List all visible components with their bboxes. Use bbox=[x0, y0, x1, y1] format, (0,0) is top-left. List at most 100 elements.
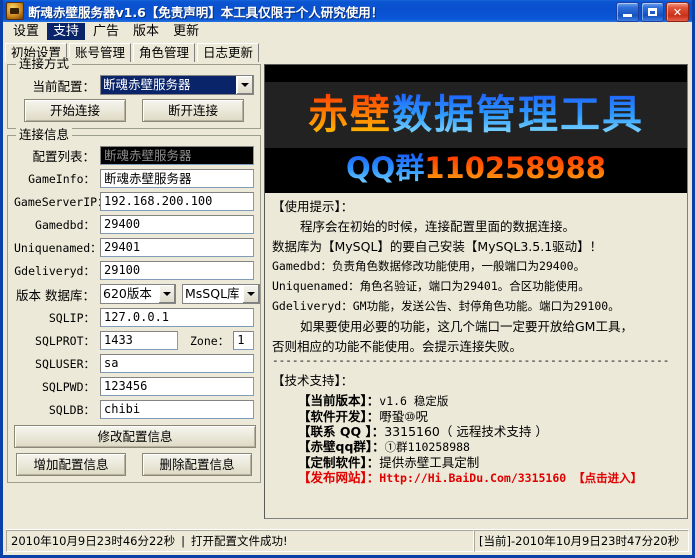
version-database-row: 版本 数据库： 620版本 MsSQL库 bbox=[14, 284, 254, 304]
tab-strip: 初始设置 账号管理 角色管理 日志更新 bbox=[3, 42, 692, 62]
connection-method-group: 连接方式 当前配置： 断魂赤壁服务器 开始连接 断开连接 bbox=[7, 64, 261, 129]
gameserverip-label: GameServerIP： bbox=[14, 194, 100, 210]
tab-role-management[interactable]: 角色管理 bbox=[133, 43, 195, 62]
connection-method-caption: 连接方式 bbox=[16, 57, 72, 71]
close-button[interactable]: ✕ bbox=[666, 2, 689, 22]
tips-line-6: 如果要使用必要的功能，这几个端口一定要开放给GM工具， bbox=[272, 318, 681, 335]
status-time: 2010年10月9日23时46分22秒 bbox=[11, 533, 175, 549]
gamedbd-label: Gamedbd： bbox=[14, 217, 100, 233]
info-box: 赤壁数据管理工具 QQ群110258988 【使用提示】： 程序会在初始的时候，… bbox=[264, 64, 688, 519]
chevron-down-icon[interactable] bbox=[242, 285, 259, 303]
sqlip-row: SQLIP： 127.0.0.1 bbox=[14, 308, 254, 327]
connection-info-group: 连接信息 配置列表： 断魂赤壁服务器 GameInfo： 断魂赤壁服务器 Gam… bbox=[7, 135, 261, 483]
support-header: 【技术支持】： bbox=[272, 372, 681, 389]
tips-line-2: 数据库为【MySQL】的要自己安装【MySQL3.5.1驱动】！ bbox=[272, 238, 681, 255]
support-key-custom: 【定制软件】： bbox=[298, 455, 379, 470]
zone-input[interactable]: 1 bbox=[233, 331, 254, 350]
sqlpwd-row: SQLPWD： 123456 bbox=[14, 377, 254, 396]
config-list-label: 配置列表： bbox=[14, 146, 100, 165]
tips-header: 【使用提示】： bbox=[272, 198, 681, 215]
gameinfo-label: GameInfo： bbox=[14, 171, 100, 187]
gameinfo-input[interactable]: 断魂赤壁服务器 bbox=[100, 169, 254, 188]
sqlprot-zone-row: SQLPROT： 1433 Zone： 1 bbox=[14, 331, 254, 350]
menu-item-settings[interactable]: 设置 bbox=[7, 23, 45, 40]
sqlpwd-label: SQLPWD： bbox=[14, 379, 100, 395]
support-value-website[interactable]: Http://Hi.BaiDu.Com/3315160 【点击进入】 bbox=[379, 471, 642, 485]
menu-item-update[interactable]: 更新 bbox=[167, 23, 205, 40]
menu-item-version[interactable]: 版本 bbox=[127, 23, 165, 40]
banner-qq: QQ群110258988 bbox=[265, 149, 687, 187]
promo-banner: 赤壁数据管理工具 QQ群110258988 bbox=[265, 65, 687, 193]
uniquenamed-input[interactable]: 29401 bbox=[100, 238, 254, 257]
tips-line-1: 程序会在初始的时候，连接配置里面的数据连接。 bbox=[272, 218, 681, 235]
config-list-box[interactable]: 断魂赤壁服务器 bbox=[100, 146, 254, 165]
support-key-version: 【当前版本】： bbox=[298, 393, 379, 408]
support-key-website: 【发布网站】： bbox=[298, 470, 379, 485]
sqldb-label: SQLDB： bbox=[14, 402, 100, 418]
config-action-buttons: 增加配置信息 删除配置信息 bbox=[14, 453, 254, 476]
right-panel: 赤壁数据管理工具 QQ群110258988 【使用提示】： 程序会在初始的时候，… bbox=[261, 64, 692, 533]
connection-buttons: 开始连接 断开连接 bbox=[14, 99, 254, 122]
support-row-qq-group: 【赤壁qq群】：①群110258988 bbox=[272, 439, 681, 455]
tab-log-update[interactable]: 日志更新 bbox=[197, 43, 259, 62]
modify-config-button[interactable]: 修改配置信息 bbox=[14, 425, 256, 448]
minimize-button[interactable] bbox=[616, 2, 639, 22]
current-config-combo[interactable]: 断魂赤壁服务器 bbox=[100, 75, 254, 95]
support-row-custom: 【定制软件】：提供赤壁工具定制 bbox=[272, 455, 681, 470]
version-combo[interactable]: 620版本 bbox=[100, 284, 176, 304]
support-key-qq: 【联系 QQ 】： bbox=[298, 424, 384, 439]
notes-text: 【使用提示】： 程序会在初始的时候，连接配置里面的数据连接。 数据库为【MySQ… bbox=[265, 193, 687, 486]
tips-line-7: 否则相应的功能不能使用。会提示连接失败。 bbox=[272, 338, 681, 355]
tab-account-management[interactable]: 账号管理 bbox=[69, 43, 131, 62]
gdeliveryd-label: Gdeliveryd： bbox=[14, 263, 100, 279]
zone-label: Zone： bbox=[178, 333, 233, 349]
sqldb-row: SQLDB： chibi bbox=[14, 400, 254, 419]
gamedbd-row: Gamedbd： 29400 bbox=[14, 215, 254, 234]
support-row-website[interactable]: 【发布网站】：Http://Hi.BaiDu.Com/3315160 【点击进入… bbox=[272, 470, 681, 486]
menu-item-support[interactable]: 支持 bbox=[47, 23, 85, 40]
menu-item-ads[interactable]: 广告 bbox=[87, 23, 125, 40]
current-config-label: 当前配置： bbox=[14, 76, 100, 95]
add-config-button[interactable]: 增加配置信息 bbox=[16, 453, 126, 476]
support-value-qq-group: ①群110258988 bbox=[385, 440, 470, 454]
sqlprot-zone-wrap: 1433 Zone： 1 bbox=[100, 331, 254, 350]
support-value-developer: 嘢蛩⑩呪 bbox=[379, 409, 428, 424]
gameinfo-row: GameInfo： 断魂赤壁服务器 bbox=[14, 169, 254, 188]
sqlprot-label: SQLPROT： bbox=[14, 333, 100, 349]
tips-line-4: Uniquenamed：角色名验证，端口为29401。合区功能使用。 bbox=[272, 278, 681, 295]
chevron-down-icon[interactable] bbox=[236, 76, 253, 94]
gameserverip-input[interactable]: 192.168.200.100 bbox=[100, 192, 254, 211]
maximize-button[interactable] bbox=[641, 2, 664, 22]
menu-bar: 设置 支持 广告 版本 更新 bbox=[3, 22, 692, 42]
tips-line-3: Gamedbd：负责角色数据修改功能使用，一般端口为29400。 bbox=[272, 258, 681, 275]
gamedbd-input[interactable]: 29400 bbox=[100, 215, 254, 234]
banner-qq-number: 110258988 bbox=[424, 151, 606, 185]
sqlip-input[interactable]: 127.0.0.1 bbox=[100, 308, 254, 327]
uniquenamed-row: Uniquenamed： 29401 bbox=[14, 238, 254, 257]
support-row-version: 【当前版本】：v1.6 稳定版 bbox=[272, 393, 681, 409]
main-content: 连接方式 当前配置： 断魂赤壁服务器 开始连接 断开连接 连接信息 配置列 bbox=[3, 62, 692, 533]
version-value: 620版本 bbox=[101, 285, 158, 303]
sqlprot-input[interactable]: 1433 bbox=[100, 331, 178, 350]
gdeliveryd-input[interactable]: 29100 bbox=[100, 261, 254, 280]
support-value-qq: 3315160（ 远程技术支持 ） bbox=[384, 424, 548, 439]
chevron-down-icon[interactable] bbox=[158, 285, 175, 303]
banner-title: 赤壁数据管理工具 bbox=[265, 85, 687, 145]
window-title: 断魂赤壁服务器v1.6【免责声明】本工具仅限于个人研究使用！ bbox=[28, 2, 383, 21]
banner-title-part2: 数据管理工具 bbox=[392, 92, 644, 138]
status-message: 打开配置文件成功! bbox=[191, 533, 288, 549]
uniquenamed-label: Uniquenamed： bbox=[14, 240, 100, 256]
gameserverip-row: GameServerIP： 192.168.200.100 bbox=[14, 192, 254, 211]
database-combo[interactable]: MsSQL库 bbox=[182, 284, 260, 304]
sqlpwd-input[interactable]: 123456 bbox=[100, 377, 254, 396]
status-bar: 2010年10月9日23时46分22秒 | 打开配置文件成功! [当前]-201… bbox=[6, 529, 689, 552]
delete-config-button[interactable]: 删除配置信息 bbox=[142, 453, 252, 476]
divider-line: ----------------------------------------… bbox=[272, 355, 681, 366]
sqldb-input[interactable]: chibi bbox=[100, 400, 254, 419]
start-connect-button[interactable]: 开始连接 bbox=[24, 99, 126, 122]
status-current-cell: [当前]-2010年10月9日23时47分20秒 bbox=[474, 530, 689, 552]
stop-connect-button[interactable]: 断开连接 bbox=[142, 99, 244, 122]
support-key-qq-group: 【赤壁qq群】： bbox=[298, 439, 385, 454]
version-database-label: 版本 数据库： bbox=[14, 285, 100, 304]
sqluser-input[interactable]: sa bbox=[100, 354, 254, 373]
